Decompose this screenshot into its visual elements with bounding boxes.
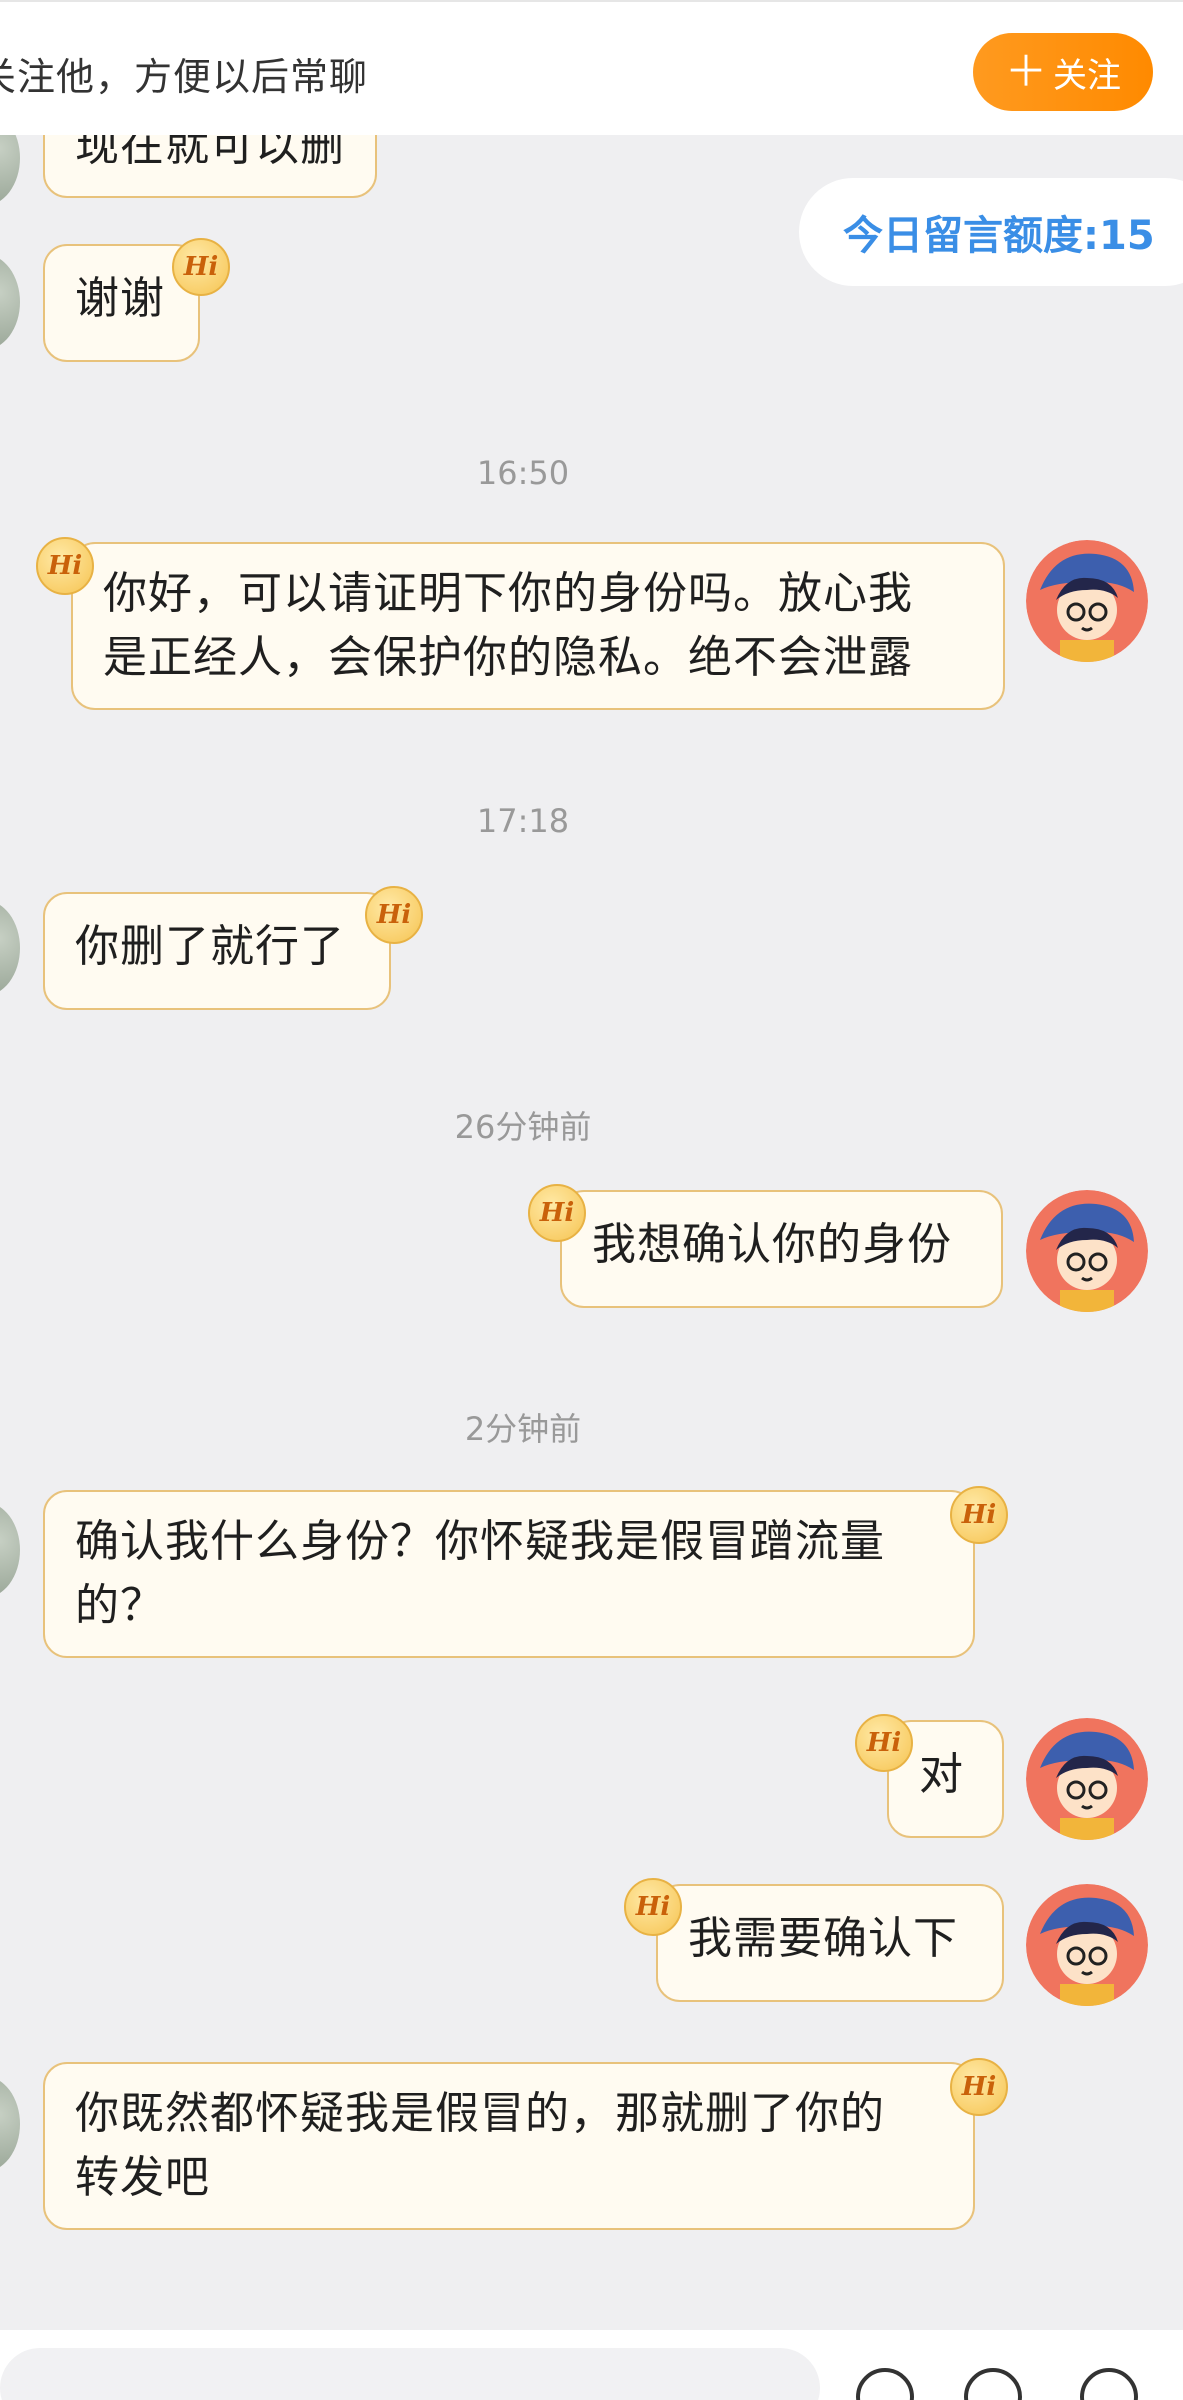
hi-badge-icon: Hi (950, 2058, 1008, 2116)
message-quota-badge: 今日留言额度:15 (799, 178, 1183, 286)
follow-button[interactable]: ＋ 关注 (973, 33, 1153, 111)
hi-badge-icon: Hi (36, 537, 94, 595)
emoji-icon[interactable] (856, 2368, 914, 2400)
hi-badge-icon: Hi (950, 1486, 1008, 1544)
message-bubble[interactable]: 确认我什么身份？你怀疑我是假冒蹭流量 的？ (43, 1490, 975, 1658)
message-text: 我需要确认下 (688, 1913, 958, 1964)
message-input-bar (0, 2330, 1183, 2400)
message-timestamp: 17:18 (476, 802, 570, 840)
hi-badge-icon: Hi (365, 886, 423, 944)
message-text-line: 你好，可以请证明下你的身份吗。放心我 (103, 568, 913, 619)
avatar-self[interactable] (1026, 1884, 1148, 2006)
message-text: 对 (919, 1749, 964, 1800)
message-text: 你删了就行了 (75, 921, 345, 972)
avatar-cartoon-icon (1026, 1190, 1148, 1312)
message-text: 我想确认你的身份 (592, 1219, 952, 1270)
follow-hint: 关注他，方便以后常聊 (0, 55, 369, 99)
hi-badge-icon: Hi (855, 1714, 913, 1772)
message-text-line: 是正经人，会保护你的隐私。绝不会泄露 (103, 632, 913, 683)
gift-icon[interactable] (964, 2368, 1022, 2400)
follow-button-label: 关注 (1053, 55, 1121, 96)
message-bubble[interactable]: 你删了就行了 (43, 892, 391, 1010)
hi-badge-icon: Hi (172, 238, 230, 296)
message-text-line: 的？ (75, 1580, 165, 1631)
message-text: 谢谢 (75, 273, 165, 324)
avatar-cartoon-icon (1026, 1718, 1148, 1840)
hi-badge-icon: Hi (624, 1878, 682, 1936)
message-bubble[interactable]: 我需要确认下 (656, 1884, 1004, 2002)
avatar-other[interactable] (0, 900, 20, 996)
avatar-other[interactable] (0, 254, 20, 350)
avatar-self[interactable] (1026, 1190, 1148, 1312)
avatar-self[interactable] (1026, 540, 1148, 662)
message-text-line: 转发吧 (75, 2152, 210, 2203)
avatar-other[interactable] (0, 2076, 20, 2172)
follow-bar-overlay: 关注他，方便以后常聊 ＋ 关注 (0, 0, 1183, 135)
avatar-self[interactable] (1026, 1718, 1148, 1840)
message-bubble[interactable]: 你好，可以请证明下你的身份吗。放心我 是正经人，会保护你的隐私。绝不会泄露 (71, 542, 1005, 710)
add-icon[interactable] (1080, 2368, 1138, 2400)
plus-icon: ＋ (1004, 47, 1047, 96)
avatar-other[interactable] (0, 1502, 20, 1598)
message-text-line: 你既然都怀疑我是假冒的，那就删了你的 (75, 2088, 885, 2139)
message-timestamp: 26分钟前 (454, 1108, 592, 1146)
avatar-cartoon-icon (1026, 1884, 1148, 2006)
avatar-cartoon-icon (1026, 540, 1148, 662)
hi-badge-icon: Hi (528, 1184, 586, 1242)
message-input[interactable] (0, 2348, 820, 2400)
message-bubble[interactable]: 你既然都怀疑我是假冒的，那就删了你的 转发吧 (43, 2062, 975, 2230)
message-bubble[interactable]: 我想确认你的身份 (560, 1190, 1003, 1308)
message-timestamp: 2分钟前 (464, 1410, 582, 1448)
message-text-line: 确认我什么身份？你怀疑我是假冒蹭流量 (75, 1516, 885, 1567)
message-timestamp: 16:50 (476, 454, 570, 492)
